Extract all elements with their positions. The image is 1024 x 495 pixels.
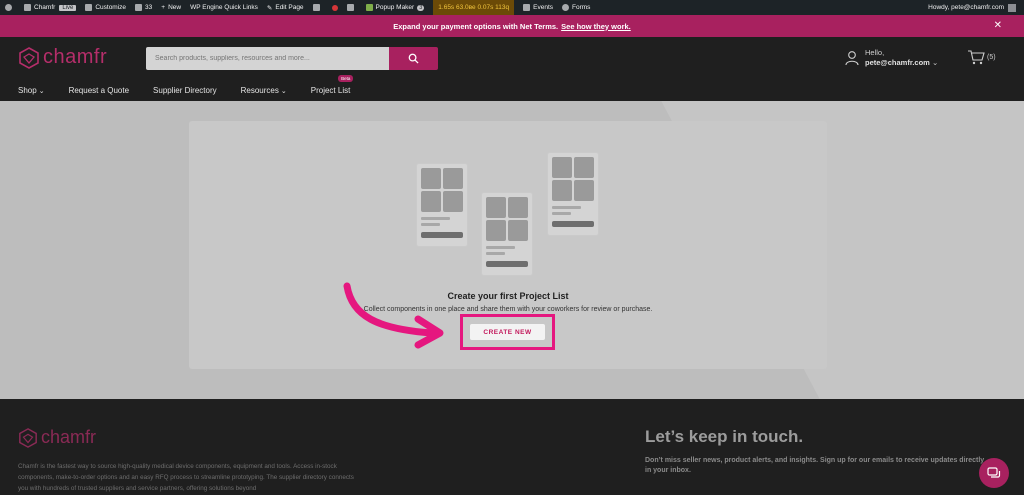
- account-menu[interactable]: Hello, pete@chamfr.com ⌄: [845, 48, 938, 68]
- wp-perf-stats[interactable]: 1.65s 63.0ве 0.07s 113q: [433, 0, 515, 15]
- site-header: chamfr Hello,pete@chamfr.com ⌄ (5) Shop⌄…: [0, 37, 1024, 101]
- beta-badge: Beta: [338, 75, 354, 82]
- illustration-card-right: [547, 152, 599, 236]
- wp-customize-link[interactable]: Customize: [85, 0, 126, 15]
- main-nav: Shop ⌄ Request a Quote Supplier Directory…: [18, 75, 374, 95]
- newsletter-heading: Let’s keep in touch.: [645, 427, 804, 446]
- wp-admin-bar: Chamfr Live Customize 33 + New WP Engine Q…: [0, 0, 1024, 15]
- chamfr-logo-icon: [19, 427, 37, 448]
- wp-comments-link[interactable]: 33: [135, 0, 152, 15]
- search-button[interactable]: [389, 47, 438, 70]
- home-icon: [24, 4, 31, 11]
- create-new-button[interactable]: CREATE NEW: [470, 324, 545, 340]
- cart-button[interactable]: (5): [967, 49, 996, 65]
- arrow-annotation-icon: [343, 282, 444, 349]
- highlight-box: CREATE NEW: [460, 314, 555, 350]
- empty-state-title: Create your first Project List: [447, 291, 569, 301]
- wp-edit-page-link[interactable]: ✎ Edit Page: [267, 0, 304, 15]
- calendar-icon: [523, 4, 531, 11]
- illustration-card-center: [481, 192, 533, 276]
- wp-new-link[interactable]: + New: [161, 0, 181, 15]
- user-icon: [845, 51, 859, 66]
- chevron-down-icon: ⌄: [38, 87, 45, 95]
- wp-logo-icon[interactable]: [5, 0, 15, 15]
- wp-media-icon[interactable]: [312, 0, 323, 15]
- chat-button[interactable]: [979, 458, 1009, 488]
- project-list-illustration: [416, 147, 606, 277]
- wp-status-dot-icon[interactable]: [331, 0, 338, 15]
- nav-supplier-directory[interactable]: Supplier Directory: [153, 86, 217, 95]
- site-logo[interactable]: chamfr: [18, 46, 107, 69]
- popup-icon: [365, 4, 373, 11]
- nav-shop[interactable]: Shop ⌄: [18, 86, 45, 95]
- wp-site-link[interactable]: Chamfr Live: [24, 0, 77, 15]
- chevron-down-icon: ⌄: [280, 87, 287, 95]
- promo-link[interactable]: See how they work.: [561, 22, 631, 31]
- search-icon: [408, 53, 419, 64]
- globe-icon: [562, 4, 569, 11]
- promo-banner: Expand your payment options with Net Ter…: [0, 15, 1024, 37]
- wp-engine-link[interactable]: WP Engine Quick Links: [190, 0, 258, 15]
- wp-plugin-icon[interactable]: [346, 0, 357, 15]
- page: Chamfr Live Customize 33 + New WP Engine Q…: [0, 0, 1024, 495]
- brush-icon: [85, 4, 93, 11]
- empty-state-subtitle: Collect components in one place and shar…: [363, 306, 653, 313]
- cart-count: (5): [987, 53, 996, 61]
- plus-icon: +: [161, 4, 166, 11]
- chevron-down-icon: ⌄: [931, 58, 939, 67]
- footer-logo[interactable]: chamfr: [18, 427, 96, 448]
- close-icon[interactable]: ✕: [994, 20, 1002, 31]
- search-bar: [146, 47, 438, 70]
- illustration-card-left: [416, 163, 468, 247]
- chamfr-logo-icon: [19, 46, 39, 69]
- wp-popup-maker-link[interactable]: Popup Maker 3: [365, 0, 425, 15]
- wp-events-link[interactable]: Events: [523, 0, 553, 15]
- comment-icon: [135, 4, 143, 11]
- empty-state-card: Create your first Project List Collect c…: [189, 121, 827, 369]
- main-content: Create your first Project List Collect c…: [0, 101, 1024, 399]
- pencil-icon: ✎: [266, 4, 273, 12]
- wp-forms-link[interactable]: Forms: [562, 0, 590, 15]
- nav-project-list[interactable]: Project List Beta: [311, 75, 354, 95]
- site-footer: chamfr Chamfr is the fastest way to sour…: [0, 399, 1024, 495]
- search-input[interactable]: [146, 47, 389, 70]
- chat-icon: [987, 467, 1001, 478]
- cart-icon: [968, 50, 985, 65]
- avatar: [1008, 3, 1016, 12]
- newsletter-subheading: Don’t miss seller news, product alerts, …: [645, 457, 985, 474]
- nav-resources[interactable]: Resources ⌄: [241, 86, 287, 95]
- footer-description: Chamfr is the fastest way to source high…: [18, 463, 354, 492]
- wp-howdy[interactable]: Howdy, pete@chamfr.com: [928, 0, 1016, 15]
- nav-request-quote[interactable]: Request a Quote: [69, 86, 129, 95]
- live-badge: Live: [59, 4, 77, 11]
